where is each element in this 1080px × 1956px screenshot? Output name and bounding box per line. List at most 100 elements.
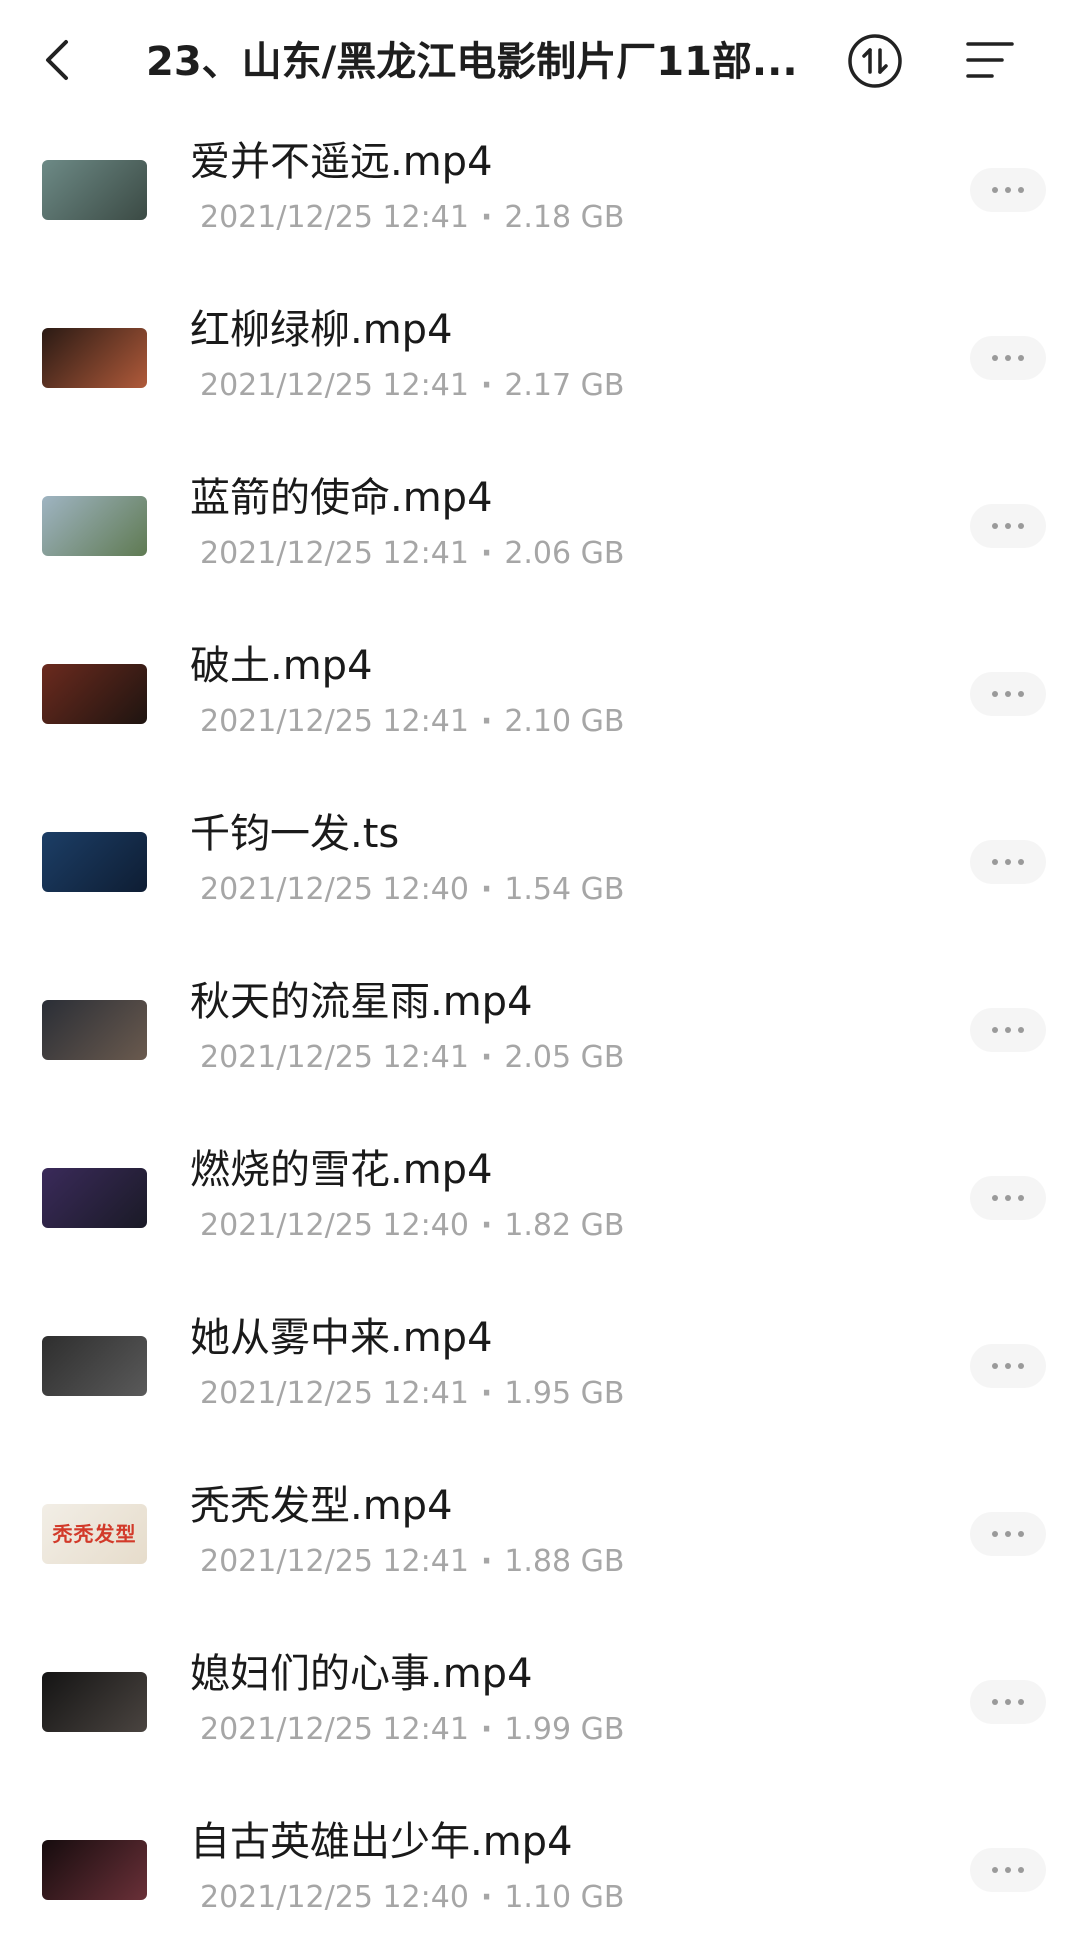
- file-name: 燃烧的雪花.mp4: [190, 1147, 493, 1193]
- file-row[interactable]: 燃烧的雪花.mp4 2021/12/25 12:40 · 1.82 GB: [0, 1116, 1080, 1284]
- header-bar: 23、山东/黑龙江电影制片厂11部...: [0, 0, 1080, 124]
- file-row[interactable]: 秋天的流星雨.mp4 2021/12/25 12:41 · 2.05 GB: [0, 948, 1080, 1116]
- file-meta: 2021/12/25 12:41 · 2.18 GB: [200, 198, 624, 238]
- page-title: 23、山东/黑龙江电影制片厂11部...: [146, 39, 798, 85]
- meta-separator: ·: [480, 536, 493, 571]
- file-date: 2021/12/25 12:41: [200, 704, 469, 739]
- video-thumbnail: [42, 664, 147, 724]
- more-button[interactable]: [970, 336, 1046, 380]
- file-row[interactable]: 媳妇们的心事.mp4 2021/12/25 12:41 · 1.99 GB: [0, 1620, 1080, 1788]
- file-meta: 2021/12/25 12:41 · 1.99 GB: [200, 1710, 624, 1750]
- file-date: 2021/12/25 12:41: [200, 368, 469, 403]
- thumbnail-frame: [42, 1840, 147, 1900]
- file-size: 1.10 GB: [504, 1880, 625, 1915]
- file-size: 1.82 GB: [504, 1208, 625, 1243]
- file-size: 2.10 GB: [504, 704, 625, 739]
- video-thumbnail: [42, 832, 147, 892]
- file-meta: 2021/12/25 12:40 · 1.82 GB: [200, 1206, 624, 1246]
- sort-arrows-icon: [848, 34, 902, 88]
- video-thumbnail: [42, 1672, 147, 1732]
- file-size: 2.06 GB: [504, 536, 625, 571]
- thumbnail-frame: [42, 1000, 147, 1060]
- thumbnail-frame: [42, 160, 147, 220]
- file-meta: 2021/12/25 12:41 · 2.06 GB: [200, 534, 624, 574]
- file-row[interactable]: 秃秃发型 秃秃发型.mp4 2021/12/25 12:41 · 1.88 GB: [0, 1452, 1080, 1620]
- video-thumbnail: [42, 160, 147, 220]
- file-date: 2021/12/25 12:41: [200, 1544, 469, 1579]
- video-thumbnail: [42, 1336, 147, 1396]
- file-row[interactable]: 蓝箭的使命.mp4 2021/12/25 12:41 · 2.06 GB: [0, 444, 1080, 612]
- thumbnail-frame: [42, 1168, 147, 1228]
- more-button[interactable]: [970, 840, 1046, 884]
- video-thumbnail: 秃秃发型: [42, 1504, 147, 1564]
- video-thumbnail: [42, 1168, 147, 1228]
- file-size: 1.99 GB: [504, 1712, 625, 1747]
- back-button[interactable]: [36, 32, 84, 88]
- meta-separator: ·: [480, 200, 493, 235]
- menu-button[interactable]: [964, 38, 1016, 82]
- more-button[interactable]: [970, 1344, 1046, 1388]
- sort-button[interactable]: [846, 32, 904, 90]
- more-button[interactable]: [970, 1680, 1046, 1724]
- meta-separator: ·: [480, 1544, 493, 1579]
- thumbnail-frame: [42, 1336, 147, 1396]
- file-date: 2021/12/25 12:41: [200, 1712, 469, 1747]
- thumbnail-frame: [42, 1672, 147, 1732]
- file-list: 爱并不遥远.mp4 2021/12/25 12:41 · 2.18 GB 红柳绿柳.…: [0, 108, 1080, 1956]
- video-thumbnail: [42, 328, 147, 388]
- file-date: 2021/12/25 12:40: [200, 1208, 469, 1243]
- file-row[interactable]: 破土.mp4 2021/12/25 12:41 · 2.10 GB: [0, 612, 1080, 780]
- thumbnail-frame: [42, 664, 147, 724]
- more-button[interactable]: [970, 1176, 1046, 1220]
- file-date: 2021/12/25 12:41: [200, 536, 469, 571]
- video-thumbnail: [42, 1000, 147, 1060]
- file-name: 破土.mp4: [190, 643, 373, 689]
- file-meta: 2021/12/25 12:40 · 1.10 GB: [200, 1878, 624, 1918]
- file-name: 她从雾中来.mp4: [190, 1315, 493, 1361]
- file-date: 2021/12/25 12:40: [200, 1880, 469, 1915]
- file-meta: 2021/12/25 12:41 · 1.95 GB: [200, 1374, 624, 1414]
- file-size: 2.17 GB: [504, 368, 625, 403]
- meta-separator: ·: [480, 1040, 493, 1075]
- thumbnail-frame: [42, 328, 147, 388]
- file-name: 自古英雄出少年.mp4: [190, 1819, 573, 1865]
- file-name: 秃秃发型.mp4: [190, 1483, 453, 1529]
- file-meta: 2021/12/25 12:41 · 1.88 GB: [200, 1542, 624, 1582]
- chevron-left-icon: [46, 40, 68, 80]
- file-size: 1.88 GB: [504, 1544, 625, 1579]
- file-row[interactable]: 爱并不遥远.mp4 2021/12/25 12:41 · 2.18 GB: [0, 108, 1080, 276]
- video-thumbnail: [42, 1840, 147, 1900]
- file-size: 2.05 GB: [504, 1040, 625, 1075]
- file-meta: 2021/12/25 12:41 · 2.17 GB: [200, 366, 624, 406]
- file-date: 2021/12/25 12:40: [200, 872, 469, 907]
- file-row[interactable]: 她从雾中来.mp4 2021/12/25 12:41 · 1.95 GB: [0, 1284, 1080, 1452]
- more-button[interactable]: [970, 1848, 1046, 1892]
- meta-separator: ·: [480, 1880, 493, 1915]
- more-button[interactable]: [970, 504, 1046, 548]
- file-name: 千钧一发.ts: [190, 811, 400, 857]
- file-size: 2.18 GB: [504, 200, 625, 235]
- meta-separator: ·: [480, 872, 493, 907]
- more-button[interactable]: [970, 168, 1046, 212]
- meta-separator: ·: [480, 368, 493, 403]
- thumbnail-title: 秃秃发型: [52, 1522, 137, 1546]
- more-button[interactable]: [970, 1512, 1046, 1556]
- file-meta: 2021/12/25 12:41 · 2.05 GB: [200, 1038, 624, 1078]
- file-name: 蓝箭的使命.mp4: [190, 475, 493, 521]
- file-row[interactable]: 红柳绿柳.mp4 2021/12/25 12:41 · 2.17 GB: [0, 276, 1080, 444]
- file-name: 红柳绿柳.mp4: [190, 307, 453, 353]
- file-meta: 2021/12/25 12:40 · 1.54 GB: [200, 870, 624, 910]
- file-name: 爱并不遥远.mp4: [190, 139, 493, 185]
- more-button[interactable]: [970, 672, 1046, 716]
- file-size: 1.95 GB: [504, 1376, 625, 1411]
- meta-separator: ·: [480, 1208, 493, 1243]
- meta-separator: ·: [480, 1376, 493, 1411]
- file-date: 2021/12/25 12:41: [200, 200, 469, 235]
- file-row[interactable]: 千钧一发.ts 2021/12/25 12:40 · 1.54 GB: [0, 780, 1080, 948]
- more-button[interactable]: [970, 1008, 1046, 1052]
- menu-lines-icon: [966, 42, 1014, 78]
- thumbnail-frame: [42, 832, 147, 892]
- thumbnail-frame: [42, 496, 147, 556]
- file-date: 2021/12/25 12:41: [200, 1040, 469, 1075]
- file-meta: 2021/12/25 12:41 · 2.10 GB: [200, 702, 624, 742]
